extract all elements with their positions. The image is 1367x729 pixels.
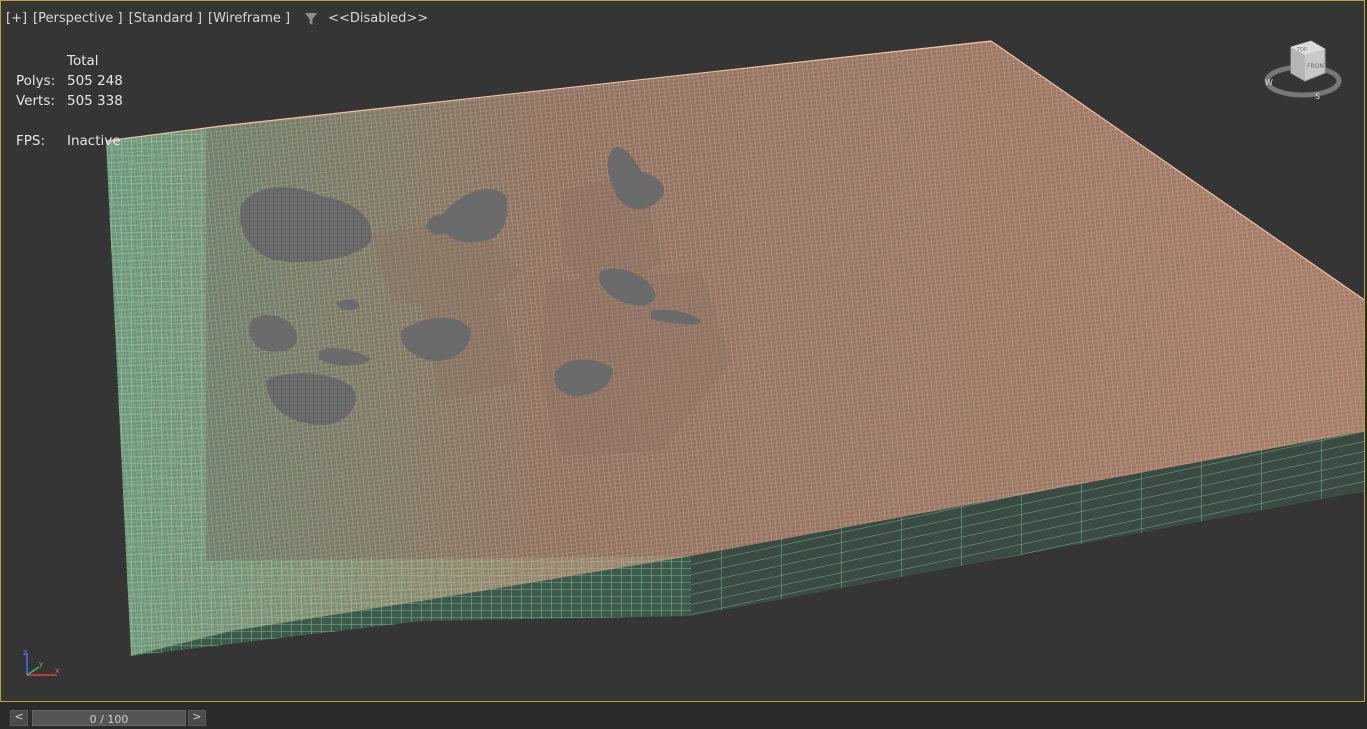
axis-tripod-icon: z x y — [15, 647, 63, 683]
verts-value: 505 338 — [67, 93, 123, 109]
axis-z-label: z — [23, 648, 27, 657]
filter-icon[interactable] — [304, 12, 318, 26]
stats-header: Total — [67, 53, 99, 69]
viewcube-face-label: FRONT — [1307, 63, 1328, 70]
viewport-mode-menu[interactable]: [Wireframe ] — [208, 11, 290, 26]
verts-label: Verts: — [16, 93, 55, 109]
fps-label: FPS: — [16, 133, 46, 149]
compass-s-label: S — [1315, 92, 1320, 101]
viewcube-top-label: TOP — [1296, 47, 1307, 53]
viewcube[interactable]: TOP FRONT W S — [1263, 37, 1343, 103]
perspective-viewport[interactable]: [+] [Perspective ] [Standard ] [Wirefram… — [0, 0, 1365, 702]
compass-w-label: W — [1265, 78, 1273, 87]
filter-status-label[interactable]: <<Disabled>> — [328, 11, 428, 26]
viewport-plus-menu[interactable]: [+] — [6, 11, 27, 26]
fps-value: Inactive — [67, 133, 121, 149]
polys-label: Polys: — [16, 73, 56, 89]
axis-x-label: x — [55, 666, 60, 675]
terrain-wireframe-mesh — [105, 40, 1364, 656]
statistics-overlay: Total Polys: 505 248 Verts: 505 338 FPS: In… — [16, 51, 123, 151]
axis-y-label: y — [39, 660, 43, 668]
viewport-label-menu: [+] [Perspective ] [Standard ] [Wirefram… — [6, 11, 428, 26]
viewport-shading-menu[interactable]: [Standard ] — [129, 11, 202, 26]
viewport-view-menu[interactable]: [Perspective ] — [33, 11, 123, 26]
timeline-bar: < 0 / 100 > — [0, 702, 1367, 726]
polys-value: 505 248 — [67, 73, 123, 89]
